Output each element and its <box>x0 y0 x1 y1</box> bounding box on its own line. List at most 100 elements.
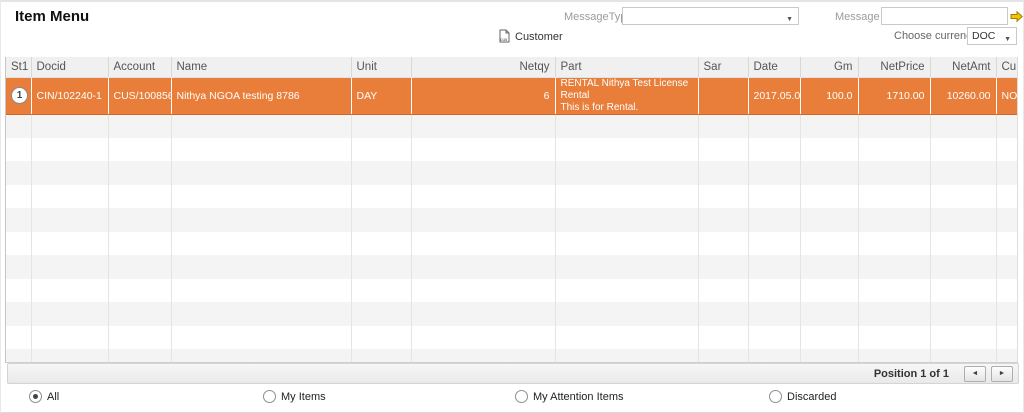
cell-unit: DAY <box>351 77 411 114</box>
empty-cell <box>31 255 108 279</box>
column-header-gm[interactable]: Gm <box>800 57 858 77</box>
column-header-date[interactable]: Date <box>748 57 800 77</box>
empty-cell <box>996 302 1018 326</box>
empty-cell <box>698 208 748 232</box>
column-header-netamt[interactable]: NetAmt <box>930 57 996 77</box>
page-title: Item Menu <box>15 8 89 25</box>
message-input[interactable] <box>881 7 1008 25</box>
empty-cell <box>698 302 748 326</box>
filter-radio-discarded[interactable]: Discarded <box>769 390 837 403</box>
column-header-unit[interactable]: Unit <box>351 57 411 77</box>
column-header-account[interactable]: Account <box>108 57 171 77</box>
empty-cell <box>108 326 171 350</box>
empty-cell <box>108 114 171 138</box>
empty-cell <box>858 302 930 326</box>
column-header-netqy[interactable]: Netqy <box>411 57 555 77</box>
empty-row <box>6 232 1018 256</box>
empty-row <box>6 255 1018 279</box>
empty-cell <box>800 114 858 138</box>
pagination-bar: Position 1 of 1 ◄ ► <box>7 363 1019 384</box>
empty-cell <box>800 349 858 363</box>
currency-dropdown[interactable]: DOC ▼ <box>967 27 1017 45</box>
message-type-dropdown[interactable]: ▼ <box>622 7 799 25</box>
previous-page-button[interactable]: ◄ <box>964 366 986 382</box>
empty-cell <box>555 255 698 279</box>
empty-cell <box>800 138 858 162</box>
empty-cell <box>930 208 996 232</box>
chevron-down-icon: ▼ <box>1004 32 1011 48</box>
empty-cell <box>31 161 108 185</box>
empty-cell <box>411 138 555 162</box>
empty-cell <box>698 185 748 209</box>
filter-radio-label: Discarded <box>787 391 837 403</box>
customer-icon: cus <box>497 29 511 44</box>
cell-date: 2017.05.08 <box>748 77 800 114</box>
filter-radio-my-items[interactable]: My Items <box>263 390 326 403</box>
empty-cell <box>108 302 171 326</box>
cell-st1: 1 <box>6 77 31 114</box>
empty-cell <box>351 255 411 279</box>
empty-cell <box>858 208 930 232</box>
empty-cell <box>411 185 555 209</box>
empty-cell <box>858 232 930 256</box>
empty-cell <box>6 138 31 162</box>
empty-cell <box>351 232 411 256</box>
empty-cell <box>555 185 698 209</box>
cell-cur: NOK <box>996 77 1018 114</box>
empty-cell <box>351 279 411 303</box>
column-header-part[interactable]: Part <box>555 57 698 77</box>
empty-cell <box>351 114 411 138</box>
empty-cell <box>800 232 858 256</box>
empty-cell <box>108 185 171 209</box>
filter-radio-label: My Attention Items <box>533 391 623 403</box>
radio-icon <box>263 390 276 403</box>
empty-cell <box>930 114 996 138</box>
empty-cell <box>6 349 31 363</box>
table-row-selected[interactable]: 1CIN/102240-1CUS/100856Nithya NGOA testi… <box>6 77 1018 114</box>
column-header-name[interactable]: Name <box>171 57 351 77</box>
column-header-st1[interactable]: St1 <box>6 57 31 77</box>
empty-row <box>6 302 1018 326</box>
empty-cell <box>171 279 351 303</box>
empty-cell <box>858 326 930 350</box>
filter-bar: All My Items My Attention Items Discarded <box>1 384 1024 413</box>
next-page-button[interactable]: ► <box>991 366 1013 382</box>
cell-sar <box>698 77 748 114</box>
column-header-docid[interactable]: Docid <box>31 57 108 77</box>
empty-cell <box>31 279 108 303</box>
column-header-netprice[interactable]: NetPrice <box>858 57 930 77</box>
empty-cell <box>171 326 351 350</box>
empty-cell <box>31 349 108 363</box>
empty-cell <box>31 138 108 162</box>
empty-cell <box>555 114 698 138</box>
empty-cell <box>31 208 108 232</box>
column-header-cur[interactable]: Cur <box>996 57 1018 77</box>
filter-radio-all[interactable]: All <box>29 390 59 403</box>
empty-cell <box>31 114 108 138</box>
empty-cell <box>748 114 800 138</box>
empty-cell <box>930 185 996 209</box>
empty-cell <box>108 138 171 162</box>
empty-cell <box>411 349 555 363</box>
empty-cell <box>800 279 858 303</box>
empty-cell <box>171 349 351 363</box>
column-header-sar[interactable]: Sar <box>698 57 748 77</box>
position-indicator: Position 1 of 1 <box>874 368 949 380</box>
empty-row <box>6 326 1018 350</box>
item-menu-window: Item Menu MessageType ▼ Message cus Cust… <box>0 0 1024 413</box>
filter-radio-my-attention-items[interactable]: My Attention Items <box>515 390 623 403</box>
empty-cell <box>698 279 748 303</box>
empty-cell <box>748 255 800 279</box>
empty-cell <box>171 114 351 138</box>
empty-cell <box>698 114 748 138</box>
empty-cell <box>171 302 351 326</box>
empty-cell <box>108 349 171 363</box>
send-message-arrow-icon[interactable] <box>1009 9 1024 24</box>
empty-cell <box>31 232 108 256</box>
customer-button[interactable]: cus Customer <box>497 29 563 44</box>
cell-netprice: 1710.00 <box>858 77 930 114</box>
empty-cell <box>108 255 171 279</box>
empty-cell <box>351 302 411 326</box>
currency-value: DOC <box>972 30 995 42</box>
empty-cell <box>996 232 1018 256</box>
